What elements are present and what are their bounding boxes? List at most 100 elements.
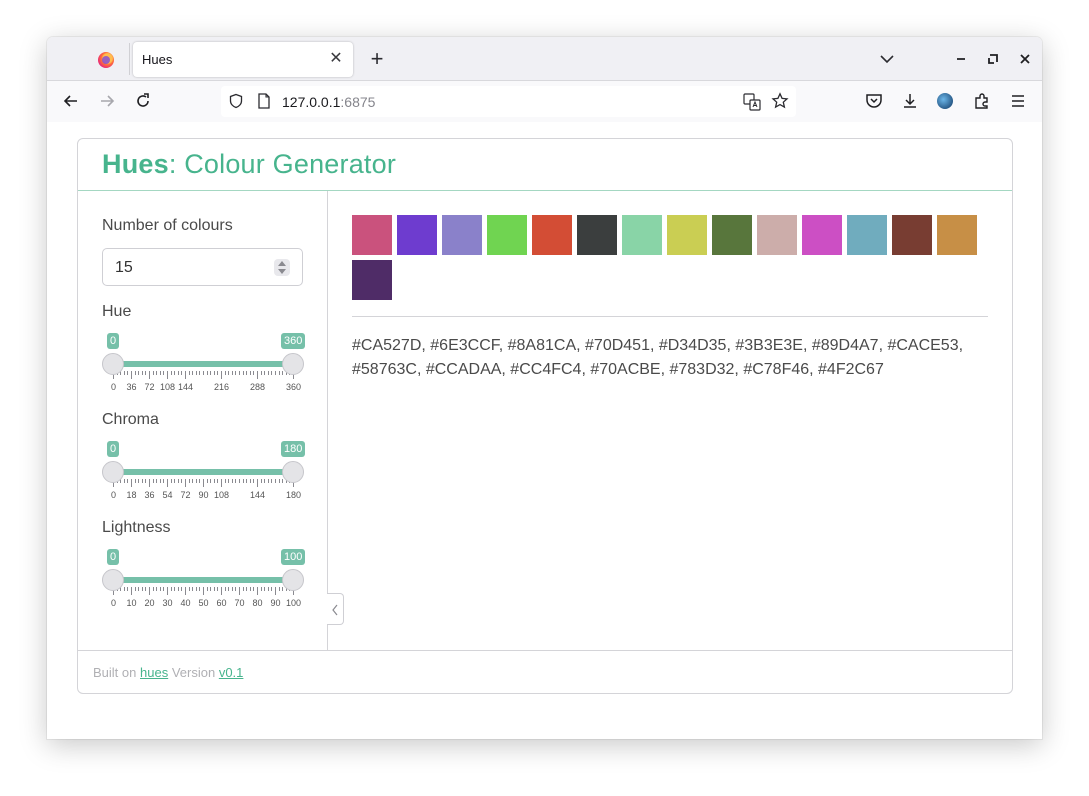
url-text[interactable]: 127.0.0.1:6875 xyxy=(282,94,375,110)
lightness-range-slider[interactable]: 0 10 20 30 40 50 60 70 80 90 100 0 100 xyxy=(102,549,306,629)
tab-close-icon[interactable]: ✕ xyxy=(327,50,345,68)
url-bar[interactable]: 127.0.0.1:6875 xyxy=(221,86,796,117)
lightness-minor-tick xyxy=(141,587,143,591)
firefox-logo-icon[interactable] xyxy=(98,52,114,68)
chroma-minor-tick xyxy=(210,479,212,483)
colour-swatch[interactable] xyxy=(442,215,482,255)
colour-swatch[interactable] xyxy=(487,215,527,255)
chroma-minor-tick xyxy=(224,479,226,483)
chroma-minor-tick xyxy=(127,479,129,483)
hue-slider-track[interactable] xyxy=(113,361,293,367)
version-link[interactable]: v0.1 xyxy=(219,665,244,680)
minimize-icon[interactable] xyxy=(951,49,971,69)
lightness-minor-tick xyxy=(253,587,255,591)
colour-swatch[interactable] xyxy=(577,215,617,255)
bookmark-star-icon[interactable] xyxy=(771,92,789,110)
colour-swatch[interactable] xyxy=(802,215,842,255)
hue-minor-tick xyxy=(249,371,251,375)
lightness-min-handle[interactable] xyxy=(102,569,124,591)
chroma-minor-tick xyxy=(271,479,273,483)
lightness-minor-tick xyxy=(210,587,212,591)
colour-swatch[interactable] xyxy=(667,215,707,255)
colour-swatch[interactable] xyxy=(847,215,887,255)
hue-tick-label: 288 xyxy=(249,382,266,392)
chroma-major-tick xyxy=(167,479,168,487)
reload-icon[interactable] xyxy=(133,91,153,111)
back-arrow-icon[interactable] xyxy=(61,91,81,111)
hue-minor-tick xyxy=(246,371,248,375)
translate-icon[interactable] xyxy=(743,93,761,111)
hue-minor-tick xyxy=(127,371,129,375)
pocket-icon[interactable] xyxy=(864,91,884,111)
chroma-minor-tick xyxy=(141,479,143,483)
chroma-minor-tick xyxy=(138,479,140,483)
app-footer: Built on hues Version v0.1 xyxy=(78,650,1012,693)
hue-tick-label: 0 xyxy=(110,382,117,392)
colour-swatch[interactable] xyxy=(622,215,662,255)
colour-swatch[interactable] xyxy=(352,260,392,300)
tab-hues[interactable]: Hues ✕ xyxy=(133,42,353,77)
lightness-minor-tick xyxy=(170,587,172,591)
chroma-minor-tick xyxy=(188,479,190,483)
num-colours-stepper[interactable] xyxy=(274,259,290,276)
chroma-tick-label: 0 xyxy=(110,490,117,500)
forward-arrow-icon[interactable] xyxy=(97,91,117,111)
tab-title: Hues xyxy=(142,52,173,67)
footer-version-text: Version xyxy=(171,665,216,680)
colour-swatch[interactable] xyxy=(892,215,932,255)
lightness-minor-tick xyxy=(123,587,125,591)
close-window-icon[interactable] xyxy=(1015,49,1035,69)
colour-swatch[interactable] xyxy=(757,215,797,255)
extensions-puzzle-icon[interactable] xyxy=(972,91,992,111)
hue-max-handle[interactable] xyxy=(282,353,304,375)
chroma-min-handle[interactable] xyxy=(102,461,124,483)
hue-minor-tick xyxy=(170,371,172,375)
lightness-minor-tick xyxy=(163,587,165,591)
hue-minor-tick xyxy=(123,371,125,375)
hue-minor-tick xyxy=(181,371,183,375)
shield-icon[interactable] xyxy=(228,93,244,109)
colour-swatch[interactable] xyxy=(397,215,437,255)
chroma-slider-track[interactable] xyxy=(113,469,293,475)
tab-list-chevron-icon[interactable] xyxy=(877,49,897,69)
controls-sidebar: Number of colours 15 Hue 0 36 72 108 144 216 2… xyxy=(78,191,328,650)
chroma-minor-tick xyxy=(275,479,276,483)
chroma-major-tick xyxy=(131,479,132,487)
lightness-max-handle[interactable] xyxy=(282,569,304,591)
hue-min-value-bubble: 0 xyxy=(107,333,120,349)
lightness-minor-tick xyxy=(177,587,179,591)
lightness-slider-track[interactable] xyxy=(113,577,293,583)
chroma-range-slider[interactable]: 0 18 36 54 72 90 108 144 180 0 180 xyxy=(102,441,306,521)
chroma-minor-tick xyxy=(199,479,201,483)
lightness-minor-tick xyxy=(206,587,208,591)
hue-tick-label: 144 xyxy=(177,382,194,392)
hue-range-slider[interactable]: 0 36 72 108 144 216 288 360 0 360 xyxy=(102,333,306,413)
lightness-major-tick xyxy=(203,587,204,595)
lightness-major-tick xyxy=(257,587,258,595)
hue-tick-label: 72 xyxy=(144,382,155,392)
page-viewport: Hues: Colour Generator Number of colours… xyxy=(47,122,1042,739)
download-icon[interactable] xyxy=(900,91,920,111)
chroma-max-handle[interactable] xyxy=(282,461,304,483)
chroma-min-value-bubble: 0 xyxy=(107,441,120,457)
colour-swatch[interactable] xyxy=(937,215,977,255)
menu-hamburger-icon[interactable] xyxy=(1008,91,1028,111)
colour-swatch[interactable] xyxy=(712,215,752,255)
hue-min-handle[interactable] xyxy=(102,353,124,375)
colour-swatch[interactable] xyxy=(532,215,572,255)
num-colours-input[interactable]: 15 xyxy=(102,248,303,286)
colour-swatch[interactable] xyxy=(352,215,392,255)
app-title-bold: Hues xyxy=(102,149,169,179)
lightness-minor-tick xyxy=(138,587,140,591)
hue-minor-tick xyxy=(260,371,262,375)
chroma-minor-tick xyxy=(253,479,255,483)
chroma-minor-tick xyxy=(267,479,269,483)
hue-minor-tick xyxy=(192,371,194,375)
new-tab-button[interactable]: + xyxy=(367,48,387,70)
hex-code-list[interactable]: #CA527D, #6E3CCF, #8A81CA, #70D451, #D34… xyxy=(352,334,992,382)
maximize-icon[interactable] xyxy=(983,49,1003,69)
collapse-sidebar-button[interactable] xyxy=(327,593,344,625)
hues-link[interactable]: hues xyxy=(140,665,168,680)
hue-minor-tick xyxy=(177,371,179,375)
extension-avatar-icon[interactable] xyxy=(937,93,953,109)
